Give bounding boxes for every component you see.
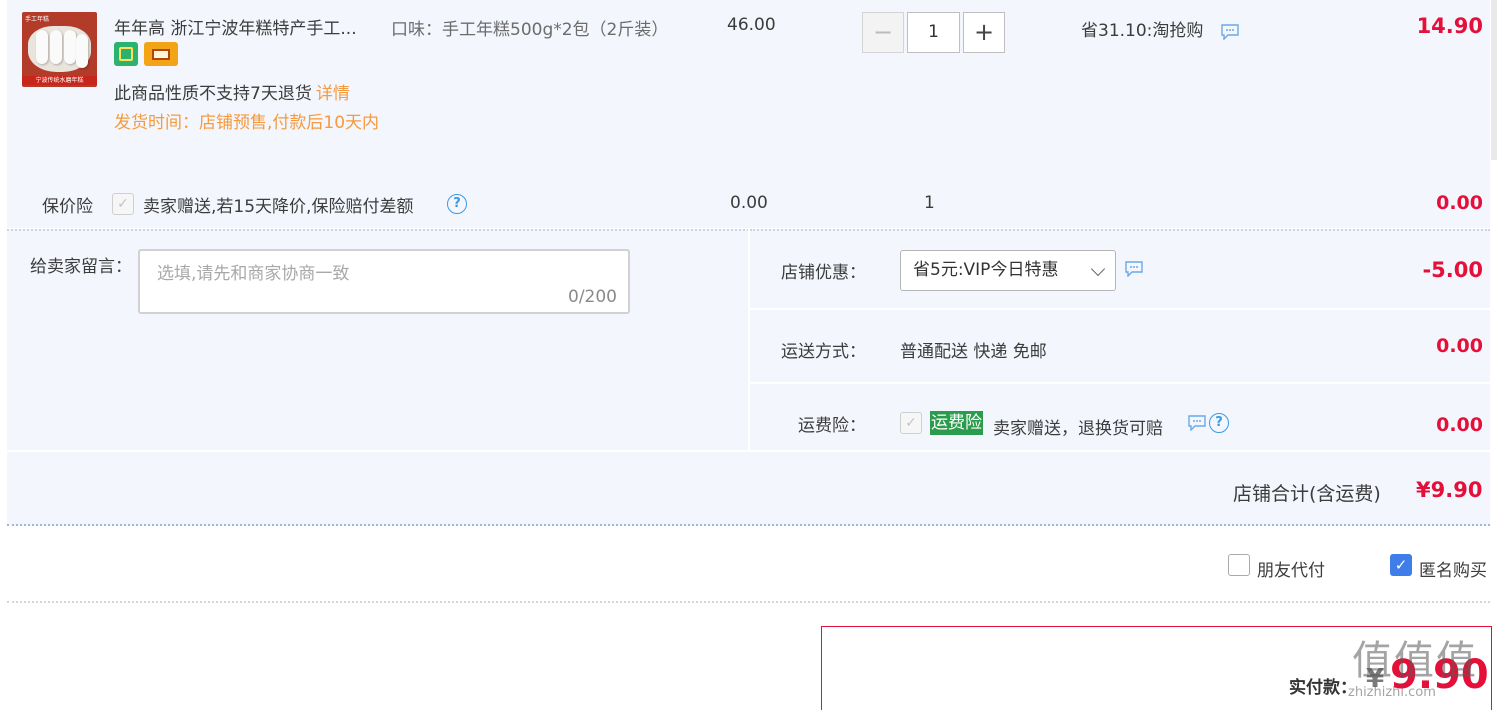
- help-icon[interactable]: ?: [447, 194, 467, 214]
- quantity-decrease-button[interactable]: −: [862, 12, 904, 53]
- shop-discount-label: 店铺优惠：: [781, 263, 866, 283]
- quantity-increase-button[interactable]: +: [963, 12, 1005, 53]
- unit-price: 46.00: [727, 15, 776, 35]
- delivery-method: 普通配送 快递 免邮: [900, 342, 1047, 362]
- product-spec: 口味：手工年糕500g*2包（2斤装）: [391, 20, 669, 40]
- divider: [7, 601, 1490, 603]
- card-badge-icon: [144, 42, 178, 66]
- product-thumbnail[interactable]: 手工年糕 宁波传统水磨年糕: [22, 12, 97, 87]
- chevron-down-icon: [1090, 261, 1106, 277]
- detail-link[interactable]: 详情: [316, 84, 350, 104]
- shop-discount-value: 省5元:VIP今日特惠: [913, 260, 1059, 280]
- message-counter: 0/200: [568, 287, 617, 307]
- insurance-price: 0.00: [730, 193, 768, 213]
- divider: [750, 308, 1490, 310]
- quantity-input[interactable]: 1: [907, 12, 960, 53]
- thumb-tag: 手工年糕: [25, 16, 50, 23]
- freight-insurance-fee: 0.00: [1436, 414, 1483, 436]
- freight-insurance-tag: 运费险: [930, 411, 983, 435]
- message-label: 给卖家留言：: [30, 257, 132, 277]
- insurance-subtotal: 0.00: [1436, 192, 1483, 214]
- item-subtotal: 14.90: [1416, 14, 1483, 38]
- freight-insurance-label: 运费险：: [798, 416, 866, 436]
- friend-pay-label[interactable]: 朋友代付: [1257, 556, 1325, 581]
- message-placeholder: 选填,请先和商家协商一致: [157, 264, 350, 284]
- insurance-label: 保价险: [42, 197, 93, 217]
- divider: [750, 382, 1490, 384]
- help-icon[interactable]: ?: [1209, 413, 1229, 433]
- chat-icon[interactable]: [1187, 415, 1207, 431]
- insurance-qty: 1: [924, 193, 935, 213]
- scrollbar[interactable]: [1491, 0, 1497, 160]
- product-title[interactable]: 年年高 浙江宁波年糕特产手工...: [114, 14, 357, 39]
- chat-icon[interactable]: [1220, 24, 1240, 40]
- chat-icon[interactable]: [1124, 261, 1144, 277]
- watermark-site: zhizhizhi.com: [1348, 685, 1436, 700]
- delivery-fee: 0.00: [1436, 335, 1483, 357]
- delivery-label: 运送方式：: [781, 342, 866, 362]
- payment-label: 实付款：: [1289, 678, 1357, 698]
- shop-total-label: 店铺合计(含运费): [1233, 483, 1381, 505]
- shop-discount-amount: -5.00: [1422, 258, 1483, 282]
- shipping-time: 发货时间：店铺预售,付款后10天内: [114, 113, 380, 133]
- service-badge-icon: [114, 42, 138, 66]
- freight-insurance-text: 卖家赠送，退换货可赔: [993, 419, 1163, 439]
- saving-text: 省31.10:淘抢购: [1081, 21, 1204, 41]
- insurance-text: 卖家赠送,若15天降价,保险赔付差额: [143, 197, 414, 217]
- shop-discount-select[interactable]: 省5元:VIP今日特惠: [900, 250, 1116, 291]
- thumb-banner: 宁波传统水磨年糕: [22, 76, 97, 85]
- saving-info: 省31.10:淘抢购: [1081, 16, 1203, 41]
- no-return-text: 此商品性质不支持7天退货: [114, 84, 312, 104]
- watermark-logo: 值值值: [1352, 638, 1478, 684]
- anonymous-checkbox[interactable]: ✓: [1390, 554, 1412, 576]
- no-return-notice: 此商品性质不支持7天退货 详情: [114, 79, 350, 104]
- shop-total-value: ¥9.90: [1416, 478, 1483, 502]
- freight-insurance-checkbox[interactable]: ✓: [900, 412, 922, 434]
- anonymous-label[interactable]: 匿名购买: [1419, 556, 1487, 581]
- insurance-checkbox[interactable]: ✓: [112, 193, 134, 215]
- friend-pay-checkbox[interactable]: [1228, 554, 1250, 576]
